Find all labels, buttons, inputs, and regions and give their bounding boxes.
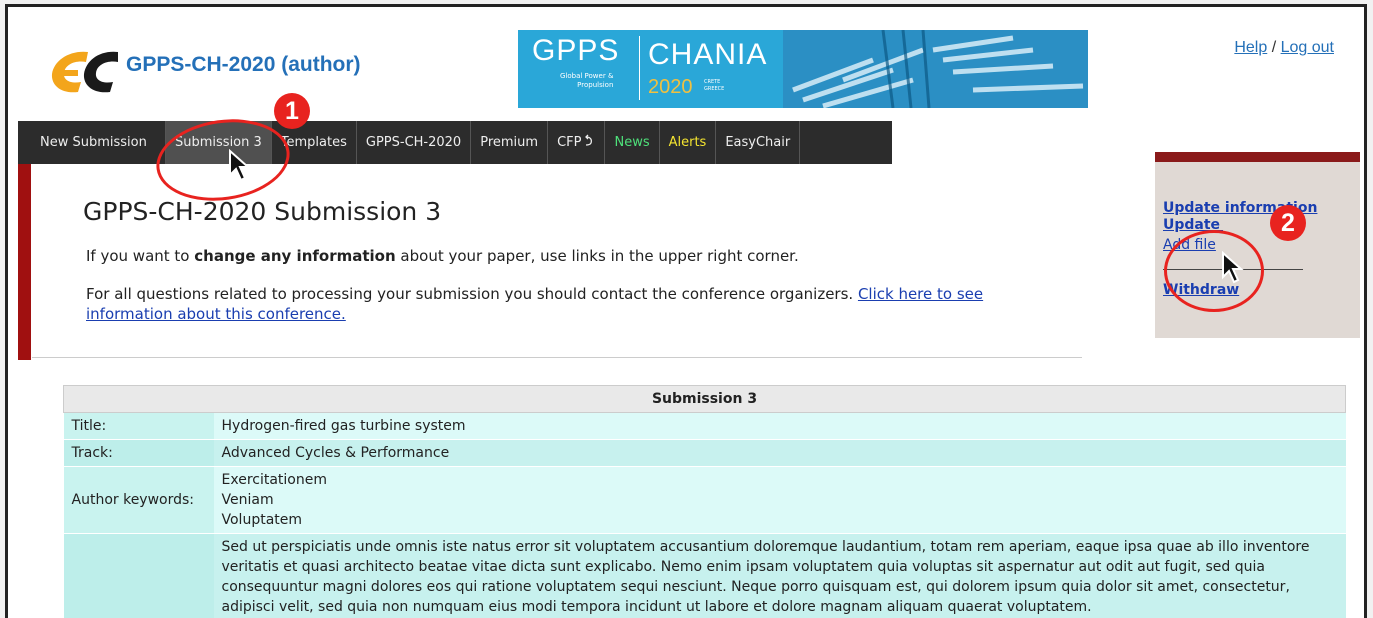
menu-premium[interactable]: Premium [471,121,549,164]
title-label: Title: [63,412,214,440]
p1-bold: change any information [194,247,396,265]
banner-year: 2020 [648,76,693,98]
keyword-item: Exercitationem [221,472,328,488]
title-value: Hydrogen-fired gas turbine system [213,412,1346,440]
help-link[interactable]: Help [1234,39,1267,56]
update-authors-link[interactable]: Update authors [1163,217,1223,234]
accent-stripe [18,164,31,360]
mouse-cursor-icon [1222,251,1244,284]
menu-cfp[interactable]: CFP [548,121,606,164]
mouse-cursor-icon [229,149,251,182]
link-separator: / [1271,39,1277,56]
easychair-logo [51,51,118,93]
logout-link[interactable]: Log out [1281,39,1334,56]
track-label: Track: [63,439,214,467]
banner-gpps: GPPS [532,34,620,67]
banner-gpps-sub1: Global Power & [560,72,614,80]
top-links: Help / Log out [1234,39,1334,57]
divider [32,357,1082,358]
banner-place-2: GREECE [704,86,725,92]
external-link-icon [585,134,593,146]
menu-news[interactable]: News [605,121,660,164]
main-menu: New Submission Submission 3 Templates GP… [18,121,892,164]
abstract-label [63,533,214,618]
page-title: GPPS-CH-2020 Submission 3 [83,197,442,226]
p1-pre: If you want to [86,247,195,265]
submission-table: Submission 3 Title: Hydrogen-fired gas t… [63,385,1346,618]
keywords-label: Author keywords: [63,466,214,534]
browser-frame: GPPS-CH-2020 (author) GPPS Global Power … [5,4,1367,618]
actions-panel: Update information Update authors Add fi… [1155,152,1360,338]
banner-place-1: CRETE [704,79,721,85]
menu-alerts[interactable]: Alerts [660,121,717,164]
menu-conference[interactable]: GPPS-CH-2020 [357,121,472,164]
banner-gpps-sub2: Propulsion [577,81,614,89]
menu-new-submission[interactable]: New Submission [18,121,166,164]
conference-banner: GPPS Global Power & Propulsion CHANIA 20… [518,30,1088,108]
contact-text: For all questions related to processing … [86,284,1046,324]
banner-gpps-subtitle: Global Power & Propulsion [560,72,613,90]
menu-cfp-label: CFP [557,135,582,150]
menu-submission-3[interactable]: Submission 3 [166,121,272,164]
keywords-value: Exercitationem Veniam Voluptatem [213,466,1346,534]
p2-text: For all questions related to processing … [86,285,858,303]
banner-chania: CHANIA [648,38,768,71]
turbine-image [783,30,1088,108]
keyword-item: Veniam [221,492,274,508]
track-value: Advanced Cycles & Performance [213,439,1346,467]
abstract-value: Sed ut perspiciatis unde omnis iste natu… [213,533,1346,618]
change-info-text: If you want to change any information ab… [86,247,799,265]
app-title: GPPS-CH-2020 (author) [126,53,361,76]
annotation-badge-1: 1 [274,93,310,129]
menu-easychair[interactable]: EasyChair [716,121,801,164]
annotation-badge-2: 2 [1270,205,1306,241]
p1-post: about your paper, use links in the upper… [395,247,799,265]
keyword-item: Voluptatem [221,512,303,528]
banner-place: CRETE GREECE [704,79,724,93]
table-heading: Submission 3 [63,385,1346,413]
